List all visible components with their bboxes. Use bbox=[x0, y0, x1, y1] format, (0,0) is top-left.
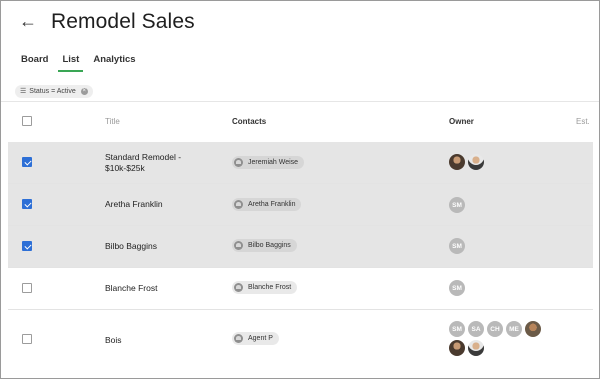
contact-chip[interactable]: Jeremiah Weise bbox=[232, 156, 305, 169]
close-icon[interactable]: × bbox=[80, 87, 88, 95]
contact-icon bbox=[234, 283, 243, 292]
contact-chip[interactable]: Blanche Frost bbox=[232, 281, 298, 294]
avatar[interactable]: CH bbox=[487, 321, 503, 337]
table-row[interactable]: Bois Agent P SM SA CH ME bbox=[8, 310, 593, 370]
column-title[interactable]: Title bbox=[105, 117, 120, 126]
avatar[interactable]: SA bbox=[468, 321, 484, 337]
row-title[interactable]: Standard Remodel - $10k-$25k bbox=[105, 152, 181, 174]
select-all-checkbox[interactable] bbox=[22, 116, 32, 126]
arrow-left-icon[interactable]: ← bbox=[19, 11, 37, 32]
contact-name: Aretha Franklin bbox=[248, 201, 296, 208]
table-row[interactable]: Aretha Franklin Aretha Franklin SM bbox=[8, 184, 593, 226]
row-checkbox[interactable] bbox=[22, 199, 32, 209]
owner-avatars: SM bbox=[449, 280, 559, 296]
table-row[interactable]: Blanche Frost Blanche Frost SM bbox=[8, 268, 593, 310]
row-title[interactable]: Aretha Franklin bbox=[105, 199, 163, 210]
divider bbox=[1, 101, 599, 102]
row-title[interactable]: Blanche Frost bbox=[105, 283, 157, 294]
avatar[interactable] bbox=[525, 321, 541, 337]
table-header: Title Contacts Owner Est. bbox=[1, 107, 599, 139]
table-row[interactable]: Bilbo Baggins Bilbo Baggins SM bbox=[8, 226, 593, 268]
view-tabs: Board List Analytics bbox=[21, 51, 150, 72]
filter-icon: ☰ bbox=[20, 88, 27, 95]
contact-icon bbox=[234, 200, 243, 209]
avatar[interactable]: SM bbox=[449, 238, 465, 254]
contact-name: Jeremiah Weise bbox=[248, 159, 299, 166]
avatar[interactable]: SM bbox=[449, 197, 465, 213]
avatar[interactable]: SM bbox=[449, 280, 465, 296]
owner-avatars: SM SA CH ME bbox=[449, 321, 549, 356]
row-title-line2: $10k-$25k bbox=[105, 163, 145, 173]
contact-name: Bilbo Baggins bbox=[248, 242, 291, 249]
contact-chip[interactable]: Agent P bbox=[232, 332, 279, 345]
row-checkbox[interactable] bbox=[22, 334, 32, 344]
row-checkbox[interactable] bbox=[22, 157, 32, 167]
owner-avatars: SM bbox=[449, 197, 559, 213]
contact-icon bbox=[234, 158, 243, 167]
avatar[interactable]: SM bbox=[449, 321, 465, 337]
tab-analytics[interactable]: Analytics bbox=[93, 51, 135, 72]
owner-avatars: SM bbox=[449, 238, 559, 254]
row-title[interactable]: Bois bbox=[105, 335, 122, 346]
tab-board[interactable]: Board bbox=[21, 51, 48, 72]
avatar[interactable] bbox=[468, 154, 484, 170]
status-filter-chip[interactable]: ☰ Status = Active × bbox=[15, 84, 93, 98]
column-contacts[interactable]: Contacts bbox=[232, 117, 266, 126]
contact-icon bbox=[234, 334, 243, 343]
contact-name: Blanche Frost bbox=[248, 284, 292, 291]
row-checkbox[interactable] bbox=[22, 241, 32, 251]
contact-name: Agent P bbox=[248, 335, 273, 342]
avatar[interactable] bbox=[449, 154, 465, 170]
page-title: Remodel Sales bbox=[51, 10, 195, 33]
contact-chip[interactable]: Bilbo Baggins bbox=[232, 239, 297, 252]
avatar[interactable]: ME bbox=[506, 321, 522, 337]
filter-bar: ☰ Status = Active × bbox=[15, 80, 93, 98]
tab-list[interactable]: List bbox=[58, 51, 84, 72]
column-owner[interactable]: Owner bbox=[449, 117, 474, 126]
page-header: ← Remodel Sales bbox=[19, 7, 195, 37]
owner-avatars bbox=[449, 154, 559, 170]
contact-icon bbox=[234, 241, 243, 250]
row-title[interactable]: Bilbo Baggins bbox=[105, 241, 157, 252]
table-row[interactable]: Standard Remodel - $10k-$25k Jeremiah We… bbox=[8, 142, 593, 184]
app-window: ← Remodel Sales Board List Analytics ☰ S… bbox=[0, 0, 600, 379]
avatar[interactable] bbox=[449, 340, 465, 356]
contact-chip[interactable]: Aretha Franklin bbox=[232, 198, 302, 211]
row-checkbox[interactable] bbox=[22, 283, 32, 293]
avatar[interactable] bbox=[468, 340, 484, 356]
filter-label: Status = Active bbox=[29, 87, 76, 95]
column-est[interactable]: Est. bbox=[576, 117, 590, 126]
row-title-line1: Standard Remodel - bbox=[105, 152, 182, 162]
